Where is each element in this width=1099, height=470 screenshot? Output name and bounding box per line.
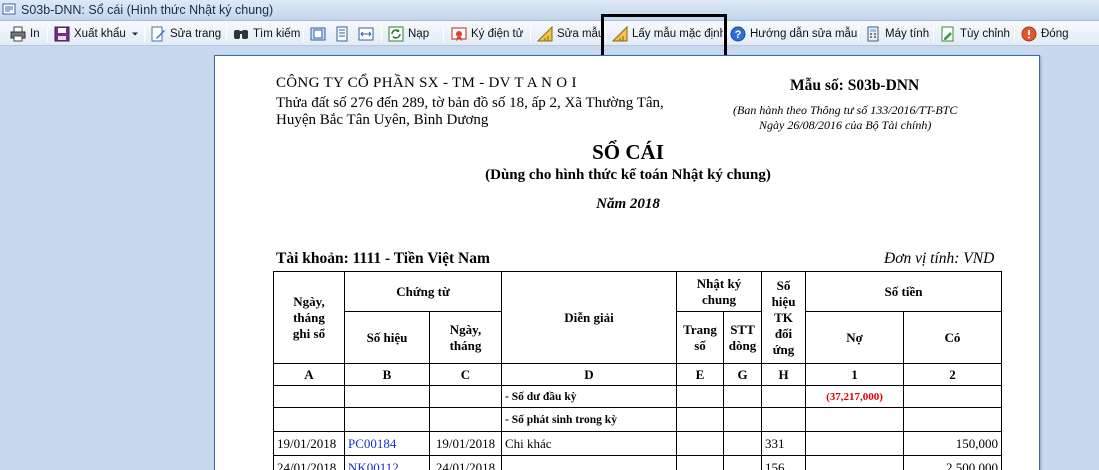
form-number: Mẫu số: S03b-DNN xyxy=(790,77,920,94)
opening-balance-debit: (37,217,000) xyxy=(805,385,904,408)
close-button[interactable]: Đóng xyxy=(1021,24,1069,44)
row-date: 24/01/2018 xyxy=(273,455,345,470)
col-letter: B xyxy=(344,363,430,386)
report-page: CÔNG TY CỔ PHẦN SX - TM - DV T A N O I T… xyxy=(214,55,1040,470)
voucher-link[interactable]: NK00112 xyxy=(344,455,430,470)
binoculars-icon xyxy=(234,30,248,39)
row-debit xyxy=(805,431,904,456)
printer-icon xyxy=(10,26,26,42)
certificate-icon xyxy=(451,27,467,41)
ruler-triangle-icon xyxy=(537,26,553,42)
period-label: - Số phát sinh trong kỳ xyxy=(501,407,677,432)
header-credit: Có xyxy=(903,311,1002,364)
fit-width-view-icon xyxy=(358,27,374,41)
table-row: 19/01/2018 PC00184 19/01/2018 Chi khác 3… xyxy=(273,431,1002,456)
table-row: 24/01/2018 NK00112 24/01/2018 156 2,500,… xyxy=(273,455,1002,470)
row-date: 19/01/2018 xyxy=(273,431,345,456)
col-letter: 1 xyxy=(805,363,904,386)
header-voucher-date: Ngày, tháng xyxy=(429,311,502,364)
svg-text:?: ? xyxy=(735,29,742,41)
export-button[interactable]: Xuất khẩu xyxy=(54,24,126,44)
form-issued-line2: Ngày 26/08/2016 của Bộ Tài chính) xyxy=(759,118,932,132)
row-contra-account: 156 xyxy=(761,455,806,470)
col-letter: 2 xyxy=(903,363,1002,386)
row-credit: 2,500,000 xyxy=(903,455,1002,470)
header-journal: Nhật ký chung xyxy=(676,271,762,312)
company-address-line2: Huyện Bắc Tân Uyên, Bình Dương xyxy=(276,112,489,128)
window-title-bar: S03b-DNN: Sổ cái (Hình thức Nhật ký chun… xyxy=(0,0,1099,21)
customize-icon xyxy=(941,26,954,42)
print-button[interactable]: In xyxy=(10,24,40,44)
report-subtitle: (Dùng cho hình thức kế toán Nhật ký chun… xyxy=(485,167,771,183)
edit-page-icon xyxy=(151,26,165,42)
col-letter: G xyxy=(723,363,762,386)
export-dropdown-arrow[interactable] xyxy=(131,24,143,44)
report-toolbar: In Xuất khẩu Sửa trang Tìm kiếm Nạp Ký đ… xyxy=(0,21,1099,46)
header-debit: Nợ xyxy=(805,311,904,364)
search-button[interactable]: Tìm kiếm xyxy=(233,24,300,44)
company-address-line1: Thửa đất số 276 đến 289, tờ bản đồ số 18… xyxy=(276,95,664,111)
header-journal-page: Trang số xyxy=(676,311,724,364)
close-icon xyxy=(1021,26,1037,42)
company-name: CÔNG TY CỔ PHẦN SX - TM - DV T A N O I xyxy=(276,75,577,91)
currency-unit: Đơn vị tính: VND xyxy=(884,250,995,267)
row-voucher-date: 19/01/2018 xyxy=(429,431,502,456)
refresh-icon xyxy=(388,26,404,42)
opening-balance-label: - Số dư đầu kỳ xyxy=(501,385,677,408)
row-description xyxy=(501,455,677,470)
ledger-table: Ngày, tháng ghi sổ Chứng từ Diễn giải Nhật… xyxy=(273,271,1002,470)
row-voucher-date: 24/01/2018 xyxy=(429,455,502,470)
view-mode-1-button[interactable] xyxy=(310,24,330,44)
header-voucher-no: Số hiệu xyxy=(344,311,430,364)
view-mode-3-button[interactable] xyxy=(358,24,378,44)
report-title: SỔ CÁI xyxy=(592,140,664,164)
header-date-recorded: Ngày, tháng ghi sổ xyxy=(273,271,345,364)
calculator-button[interactable]: Máy tính xyxy=(865,24,929,44)
row-debit xyxy=(805,455,904,470)
row-description: Chi khác xyxy=(501,431,677,456)
col-letter: H xyxy=(761,363,806,386)
save-disk-icon xyxy=(54,26,70,42)
form-issued-line1: (Ban hành theo Thông tư số 133/2016/TT-B… xyxy=(733,103,958,117)
row-contra-account: 331 xyxy=(761,431,806,456)
reload-button[interactable]: Nạp xyxy=(388,24,429,44)
view-mode-2-button[interactable] xyxy=(334,24,354,44)
page-width-view-icon xyxy=(336,26,348,42)
col-letter: A xyxy=(273,363,345,386)
voucher-link[interactable]: PC00184 xyxy=(344,431,430,456)
customize-button[interactable]: Tùy chỉnh xyxy=(940,24,1010,44)
col-letter: D xyxy=(501,363,677,386)
col-letter: C xyxy=(429,363,502,386)
app-icon xyxy=(2,3,16,15)
window-title: S03b-DNN: Sổ cái (Hình thức Nhật ký chun… xyxy=(21,3,274,17)
report-year: Năm 2018 xyxy=(596,196,660,212)
row-credit: 150,000 xyxy=(903,431,1002,456)
edit-page-button[interactable]: Sửa trang xyxy=(150,24,221,44)
help-icon: ? xyxy=(730,26,746,42)
period-header-row: - Số phát sinh trong kỳ xyxy=(273,407,1002,432)
one-page-view-icon xyxy=(310,27,326,41)
header-journal-line: STT dòng xyxy=(723,311,762,364)
opening-balance-row: - Số dư đầu kỳ (37,217,000) xyxy=(273,385,1002,408)
edit-template-button[interactable]: Sửa mẫu xyxy=(537,24,604,44)
column-letter-row: A B C D E G H 1 2 xyxy=(273,363,1002,386)
header-contra-account: Số hiệu TK đối ứng xyxy=(761,271,806,364)
calculator-icon xyxy=(867,26,879,42)
header-description: Diễn giải xyxy=(501,271,677,364)
e-sign-button[interactable]: Ký điện tử xyxy=(451,24,523,44)
template-guide-button[interactable]: ? Hướng dẫn sửa mẫu xyxy=(730,24,857,44)
header-amount: Số tiền xyxy=(805,271,1002,312)
col-letter: E xyxy=(676,363,724,386)
header-voucher: Chứng từ xyxy=(344,271,502,312)
account-label: Tài khoản: 1111 - Tiền Việt Nam xyxy=(276,250,490,267)
caret-down-icon xyxy=(132,32,138,36)
